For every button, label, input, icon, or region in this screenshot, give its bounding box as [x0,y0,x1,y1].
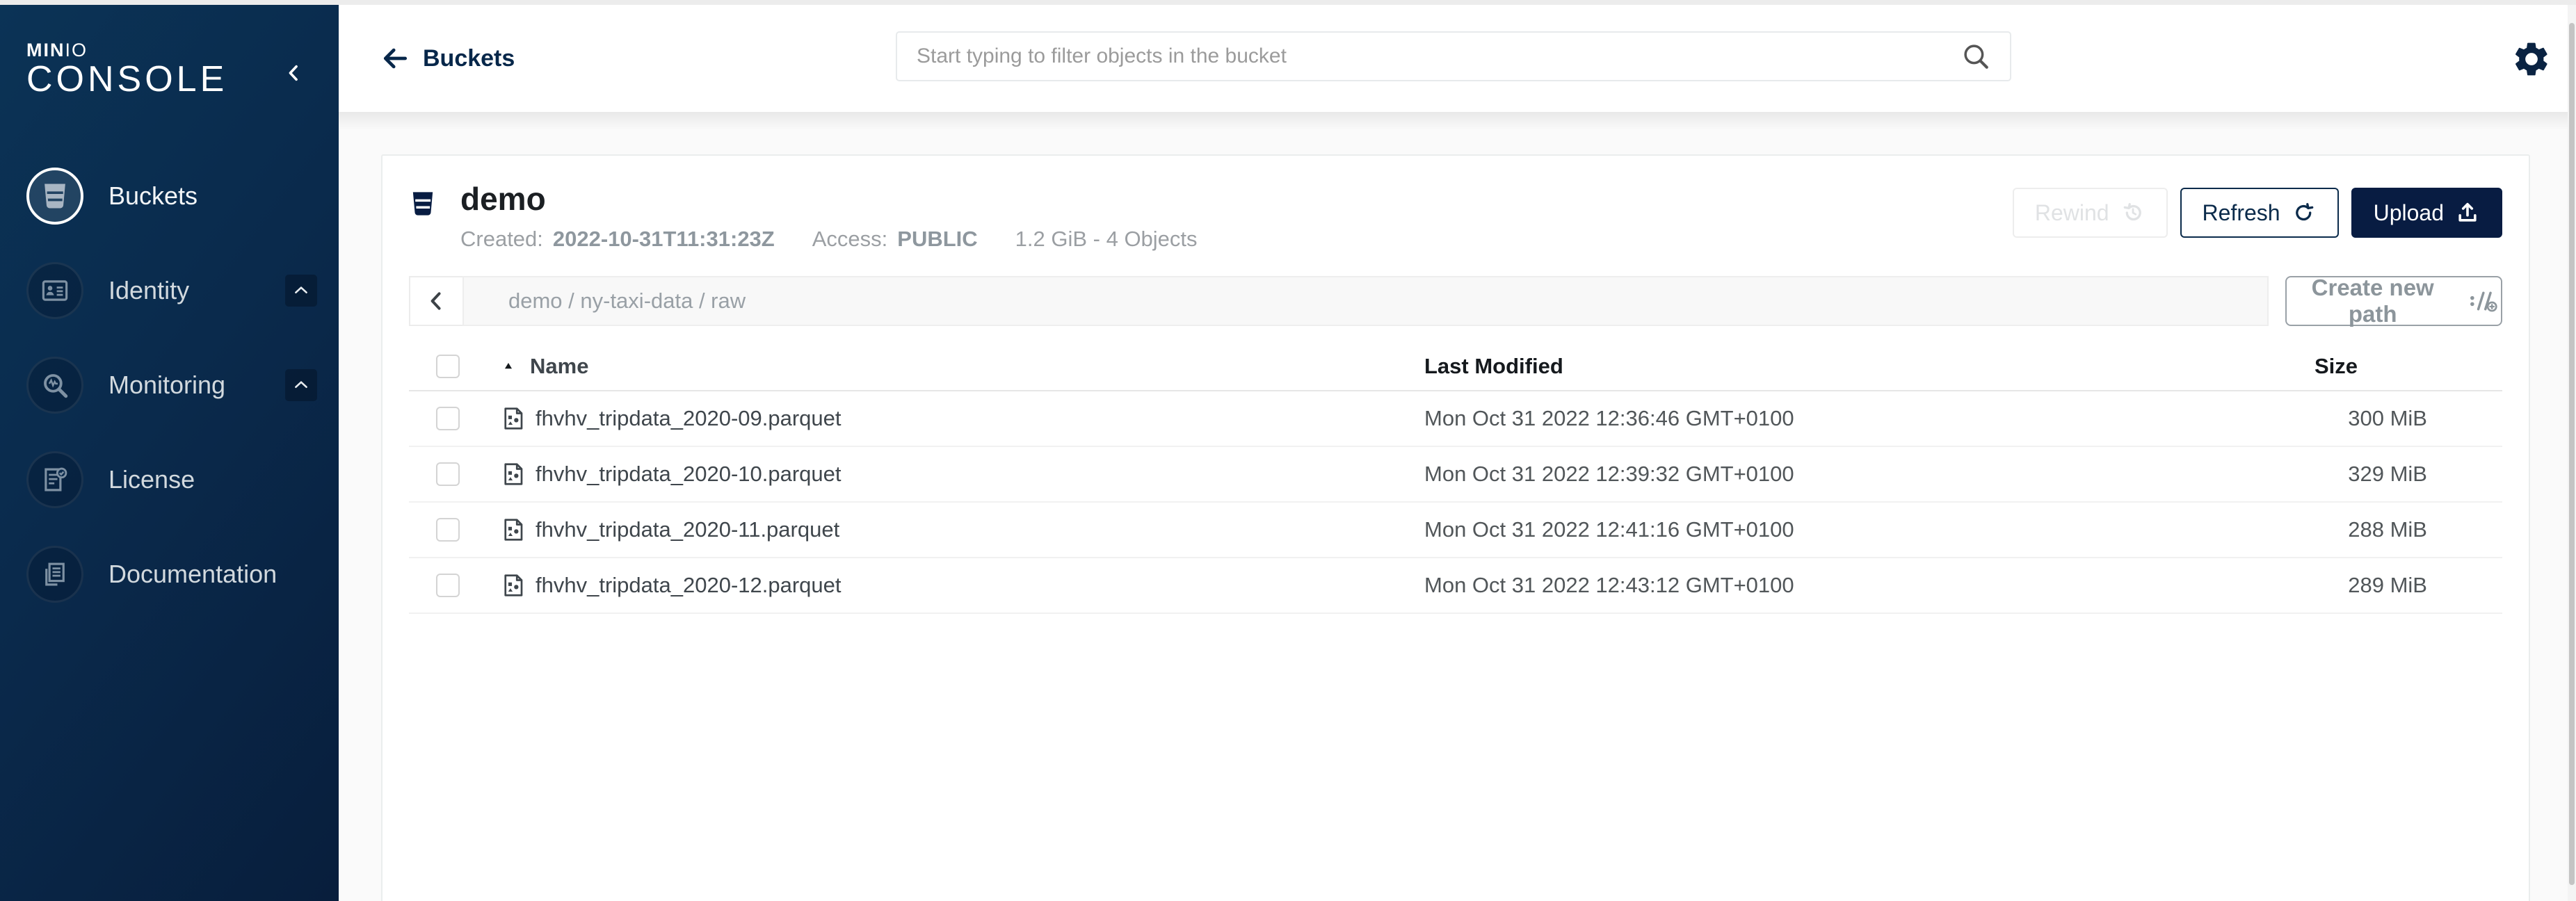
sidebar-item-license[interactable]: License [0,432,339,527]
table-row[interactable]: fhvhv_tripdata_2020-12.parquet Mon Oct 3… [409,558,2502,614]
refresh-icon [2292,200,2317,225]
sidebar-item-monitoring[interactable]: Monitoring [0,338,339,432]
objects-table: Name Last Modified Size fhvhv_tripdata_2… [409,343,2502,614]
gear-icon [2512,40,2551,79]
rewind-label: Rewind [2035,200,2109,226]
object-file-icon [501,404,526,433]
logo-console: CONSOLE [26,60,227,99]
search-icon [1961,42,1990,71]
table-header-row: Name Last Modified Size [409,343,2502,391]
object-file-icon [501,460,526,489]
table-row[interactable]: fhvhv_tripdata_2020-11.parquet Mon Oct 3… [409,503,2502,558]
rewind-button[interactable]: Rewind [2013,188,2168,238]
sidebar: MINIO CONSOLE Buckets Identity [0,5,339,901]
sidebar-nav: Buckets Identity Monitoring [0,149,339,622]
table-row[interactable]: fhvhv_tripdata_2020-09.parquet Mon Oct 3… [409,391,2502,447]
object-size: 329 MiB [2219,462,2427,487]
documentation-icon [26,546,83,603]
row-checkbox[interactable] [436,518,460,542]
row-checkbox[interactable] [436,407,460,430]
rewind-icon [2120,200,2146,225]
upload-icon [2455,200,2480,225]
path-back-button[interactable] [409,276,462,326]
object-file-icon [501,571,526,600]
row-checkbox[interactable] [436,462,460,486]
object-filter-search [896,31,2011,81]
row-checkbox[interactable] [436,574,460,597]
main-area: Buckets demo Created: 2022 [339,5,2576,901]
column-header-size[interactable]: Size [2219,354,2427,379]
object-last-modified: Mon Oct 31 2022 12:43:12 GMT+0100 [1424,573,2219,598]
chevron-left-icon [284,63,305,83]
sidebar-item-label: Documentation [108,560,277,589]
sidebar-collapse-button[interactable] [279,58,309,88]
bucket-meta: Created: 2022-10-31T11:31:23Z Access: PU… [460,227,1198,252]
path-row: demo / ny-taxi-data / raw Create new pat… [409,276,2502,326]
object-file-icon [501,515,526,544]
back-arrow-icon[interactable] [380,43,410,74]
chevron-up-icon[interactable] [285,369,317,401]
object-name[interactable]: fhvhv_tripdata_2020-11.parquet [536,517,839,542]
created-label: Created: [460,227,543,252]
bucket-usage: 1.2 GiB - 4 Objects [1015,227,1198,252]
page-scrollbar[interactable] [2568,5,2576,901]
object-last-modified: Mon Oct 31 2022 12:41:16 GMT+0100 [1424,517,2219,542]
new-path-icon [2468,289,2501,314]
column-header-modified[interactable]: Last Modified [1424,354,2219,379]
upload-button[interactable]: Upload [2351,188,2502,238]
object-size: 300 MiB [2219,406,2427,431]
object-last-modified: Mon Oct 31 2022 12:39:32 GMT+0100 [1424,462,2219,487]
scrollbar-thumb[interactable] [2569,23,2575,885]
sidebar-item-identity[interactable]: Identity [0,243,339,338]
path-bar: demo / ny-taxi-data / raw [409,276,2269,326]
bucket-icon [409,185,437,222]
bucket-header: demo Created: 2022-10-31T11:31:23Z Acces… [409,181,2502,252]
sidebar-item-label: License [108,465,195,494]
object-name[interactable]: fhvhv_tripdata_2020-10.parquet [536,462,842,487]
refresh-label: Refresh [2203,200,2280,226]
sidebar-item-label: Monitoring [108,371,225,400]
object-size: 288 MiB [2219,517,2427,542]
object-name[interactable]: fhvhv_tripdata_2020-12.parquet [536,573,842,598]
bucket-actions: Rewind Refresh Upload [2013,181,2502,238]
object-size: 289 MiB [2219,573,2427,598]
bucket-browser-card: demo Created: 2022-10-31T11:31:23Z Acces… [381,154,2530,901]
sidebar-item-label: Identity [108,276,189,305]
bucket-name: demo [460,181,1198,217]
breadcrumb[interactable]: demo / ny-taxi-data / raw [462,276,2269,326]
select-all-checkbox[interactable] [436,355,460,378]
logo-io: IO [65,40,88,60]
created-value: 2022-10-31T11:31:23Z [553,227,775,252]
create-new-path-button[interactable]: Create new path [2285,276,2502,326]
sort-ascending-icon[interactable] [501,359,516,374]
object-last-modified: Mon Oct 31 2022 12:36:46 GMT+0100 [1424,406,2219,431]
upload-label: Upload [2374,200,2444,226]
object-name[interactable]: fhvhv_tripdata_2020-09.parquet [536,406,842,431]
minio-console-app: MINIO CONSOLE Buckets Identity [0,0,2576,901]
table-row[interactable]: fhvhv_tripdata_2020-10.parquet Mon Oct 3… [409,447,2502,503]
sidebar-item-buckets[interactable]: Buckets [0,149,339,243]
identity-icon [26,262,83,319]
refresh-button[interactable]: Refresh [2180,188,2339,238]
chevron-left-icon [425,289,449,313]
content-area: demo Created: 2022-10-31T11:31:23Z Acces… [339,112,2576,901]
chevron-up-icon[interactable] [285,275,317,307]
sidebar-item-label: Buckets [108,181,198,211]
topbar-back-link[interactable]: Buckets [423,45,515,72]
column-header-name[interactable]: Name [530,354,588,379]
logo-min: MIN [26,40,65,60]
bucket-icon [26,168,83,225]
window-top-edge [0,0,2576,5]
monitoring-icon [26,357,83,414]
search-input[interactable] [917,44,1961,68]
license-icon [26,451,83,508]
settings-button[interactable] [2512,40,2551,79]
minio-console-logo: MINIO CONSOLE [26,41,227,99]
access-value: PUBLIC [897,227,977,252]
sidebar-item-documentation[interactable]: Documentation [0,527,339,622]
topbar: Buckets [339,5,2576,112]
access-label: Access: [812,227,888,252]
create-new-path-label: Create new path [2287,275,2458,327]
